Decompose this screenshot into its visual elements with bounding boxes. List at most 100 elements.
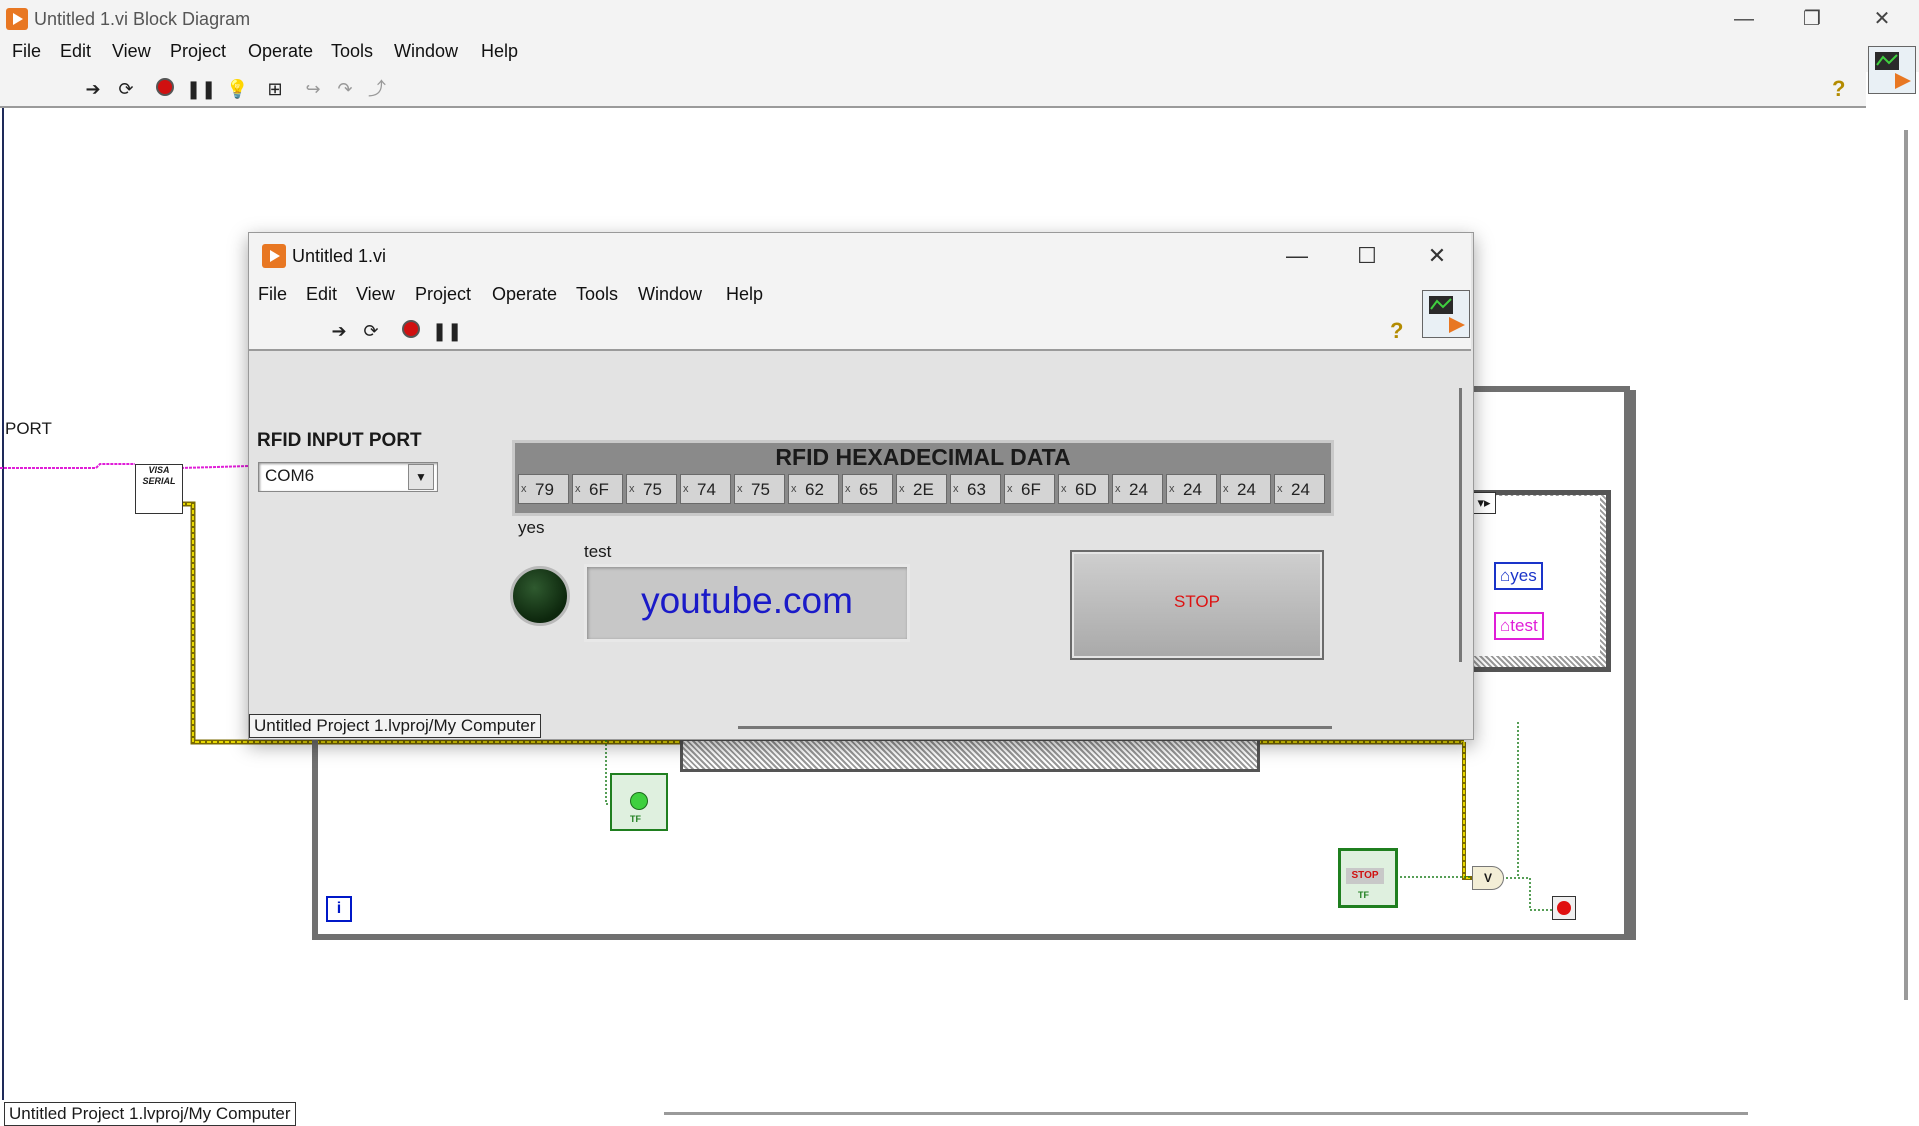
hex-cell[interactable]: x 75 <box>626 474 677 504</box>
menu-window[interactable]: Window <box>394 41 458 62</box>
fp-vertical-scrollbar[interactable] <box>1459 388 1462 662</box>
string-wire-visa-out <box>180 465 251 469</box>
step-into-icon[interactable]: ↪ <box>302 78 324 100</box>
hex-value: 24 <box>1129 480 1148 499</box>
front-panel-title: Untitled 1.vi <box>292 246 387 266</box>
highlight-execution-icon[interactable]: 💡 <box>226 78 248 100</box>
rfid-input-port-label: RFID INPUT PORT <box>257 430 422 451</box>
radix-indicator: x <box>791 483 797 495</box>
hex-cell[interactable]: x 24 <box>1166 474 1217 504</box>
hex-cell[interactable]: x 75 <box>734 474 785 504</box>
fp-abort-icon[interactable] <box>400 320 422 342</box>
fp-menu-project[interactable]: Project <box>415 284 471 305</box>
abort-icon[interactable] <box>154 78 176 100</box>
hex-cell[interactable]: x 6F <box>572 474 623 504</box>
hex-cell[interactable]: x 6D <box>1058 474 1109 504</box>
fp-menu-window[interactable]: Window <box>638 284 702 305</box>
fp-vi-icon[interactable] <box>1422 290 1470 338</box>
run-arrow-icon[interactable]: ➔ <box>82 78 104 100</box>
restore-button[interactable]: ❐ <box>1782 4 1842 34</box>
menu-operate[interactable]: Operate <box>248 41 313 62</box>
radix-indicator: x <box>953 483 959 495</box>
fp-context-help-icon[interactable]: ? <box>1390 318 1403 344</box>
fp-pause-icon[interactable]: ❚❚ <box>432 320 462 342</box>
hex-value: 63 <box>967 480 986 499</box>
fp-run-arrow-icon[interactable]: ➔ <box>328 320 350 342</box>
loop-condition-terminal[interactable] <box>1552 896 1576 920</box>
hex-value: 74 <box>697 480 716 499</box>
radix-indicator: x <box>1007 483 1013 495</box>
fp-close-button[interactable]: ✕ <box>1412 242 1462 270</box>
fp-minimize-button[interactable]: — <box>1272 242 1322 270</box>
retain-wire-values-icon[interactable]: ⊞ <box>264 78 286 100</box>
menu-project[interactable]: Project <box>170 41 226 62</box>
step-out-icon[interactable]: ⤴ <box>366 78 388 100</box>
test-string-value: youtube.com <box>641 580 853 621</box>
rfid-hex-cells: x 79 x 6F x 75 x 74 x 75 x 62 x 65 x 2E x 63 x 6F … <box>518 474 1325 504</box>
case-selector-icon[interactable]: ▾▸ <box>1472 492 1496 514</box>
menu-file[interactable]: File <box>12 41 41 62</box>
run-continuously-icon[interactable]: ⟳ <box>115 78 137 100</box>
local-variable-test-label: test <box>1510 616 1538 635</box>
rfid-hex-array-title: RFID HEXADECIMAL DATA <box>775 444 1071 470</box>
vi-icon-graphic <box>1875 52 1911 89</box>
main-status-bar: Untitled Project 1.lvproj/My Computer <box>4 1102 296 1126</box>
hex-value: 6F <box>1021 480 1041 499</box>
fp-menu-view[interactable]: View <box>356 284 395 305</box>
while-loop-left-edge <box>312 740 318 934</box>
horizontal-scrollbar[interactable] <box>664 1112 1748 1115</box>
fp-maximize-button[interactable]: ☐ <box>1342 242 1392 270</box>
yes-led-label: yes <box>518 518 545 537</box>
radix-indicator: x <box>1115 483 1121 495</box>
visa-serial-label: VISA SERIAL <box>142 465 176 486</box>
fp-menu-tools[interactable]: Tools <box>576 284 618 305</box>
hex-value: 62 <box>805 480 824 499</box>
hex-cell[interactable]: x 65 <box>842 474 893 504</box>
fp-run-continuously-icon[interactable]: ⟳ <box>360 320 382 342</box>
menu-tools[interactable]: Tools <box>331 41 373 62</box>
rfid-port-value: COM6 <box>265 466 315 485</box>
hex-cell[interactable]: x 74 <box>680 474 731 504</box>
fp-menu-operate[interactable]: Operate <box>492 284 557 305</box>
radix-indicator: x <box>1061 483 1067 495</box>
hex-cell[interactable]: x 63 <box>950 474 1001 504</box>
pause-icon[interactable]: ❚❚ <box>186 78 216 100</box>
fp-menu-edit[interactable]: Edit <box>306 284 337 305</box>
radix-indicator: x <box>1277 483 1283 495</box>
test-string-label: test <box>584 542 612 561</box>
local-variable-test[interactable]: ⌂test <box>1494 612 1544 640</box>
hex-cell[interactable]: x 24 <box>1220 474 1271 504</box>
fp-vi-icon-graphic <box>1429 296 1465 333</box>
front-panel-status-bar: Untitled Project 1.lvproj/My Computer <box>249 714 541 738</box>
fp-menu-help[interactable]: Help <box>726 284 763 305</box>
hex-cell[interactable]: x 24 <box>1112 474 1163 504</box>
hex-value: 2E <box>913 480 934 499</box>
menu-edit[interactable]: Edit <box>60 41 91 62</box>
hex-cell[interactable]: x 79 <box>518 474 569 504</box>
hex-value: 75 <box>643 480 662 499</box>
step-over-icon[interactable]: ↷ <box>334 78 356 100</box>
hex-cell[interactable]: x 2E <box>896 474 947 504</box>
vi-icon[interactable] <box>1868 46 1916 94</box>
visa-serial-node[interactable]: VISA SERIAL <box>135 464 183 514</box>
chevron-down-icon[interactable]: ▼ <box>408 464 434 490</box>
minimize-button[interactable]: — <box>1714 4 1774 34</box>
menu-help[interactable]: Help <box>481 41 518 62</box>
menu-view[interactable]: View <box>112 41 151 62</box>
fp-menu-file[interactable]: File <box>258 284 287 305</box>
local-variable-yes[interactable]: ⌂yes <box>1494 562 1543 590</box>
led-terminal-type: TF <box>630 814 641 824</box>
radix-indicator: x <box>845 483 851 495</box>
or-function-node[interactable]: V <box>1472 866 1504 890</box>
close-button[interactable]: ✕ <box>1852 4 1912 34</box>
hex-value: 65 <box>859 480 878 499</box>
context-help-icon[interactable]: ? <box>1832 76 1845 102</box>
hex-cell[interactable]: x 6F <box>1004 474 1055 504</box>
hex-cell[interactable]: x 62 <box>788 474 839 504</box>
hex-value: 24 <box>1237 480 1256 499</box>
iteration-terminal[interactable]: i <box>326 896 352 922</box>
fp-horizontal-scrollbar[interactable] <box>738 726 1332 729</box>
sequence-frame[interactable] <box>680 738 1260 772</box>
hex-cell[interactable]: x 24 <box>1274 474 1325 504</box>
stop-button-label: STOP <box>1174 592 1220 611</box>
